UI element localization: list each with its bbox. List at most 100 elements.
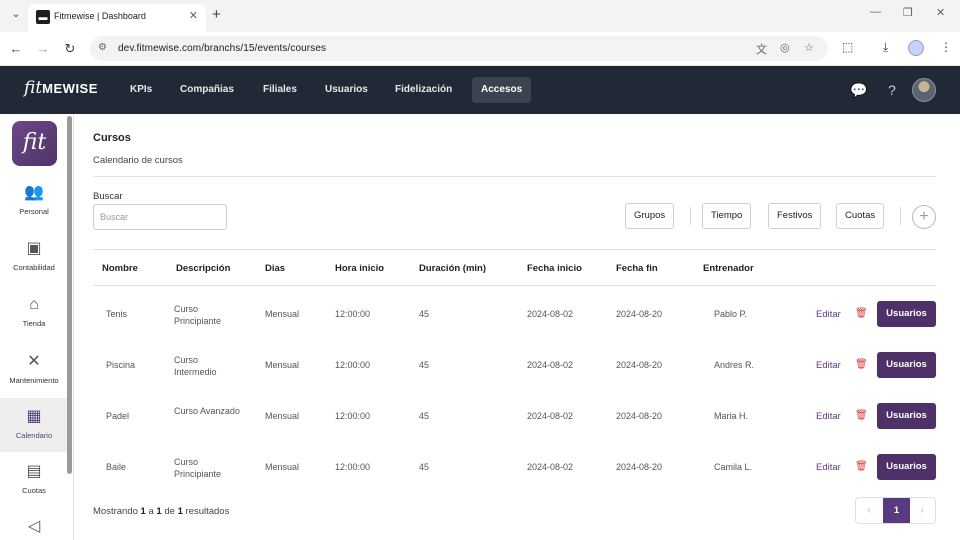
table-row: Baile Curso Principiante Mensual 12:00:0… <box>93 442 936 493</box>
back-icon[interactable]: ← <box>6 39 26 59</box>
sidebar-item-contabilidad[interactable]: ▣ Contabilidad <box>0 230 68 284</box>
nav-kpis[interactable]: KPIs <box>121 77 161 103</box>
cell-fecha-fin: 2024-08-20 <box>616 309 663 319</box>
nav-accesos[interactable]: Accesos <box>472 77 532 103</box>
page-title: Cursos <box>93 132 131 144</box>
sidebar-item-calendario[interactable]: ▦ Calendario <box>0 398 68 452</box>
trash-icon[interactable]: 🗑 <box>855 308 868 319</box>
cell-hora: 12:00:00 <box>335 360 371 370</box>
cell-hora: 12:00:00 <box>335 411 371 421</box>
extensions-icon[interactable]: ⬚ <box>842 40 853 54</box>
cell-dias: Mensual <box>265 360 300 370</box>
page-button-current[interactable]: 1 <box>883 498 910 523</box>
sidebar-item-tienda[interactable]: ⌂ Tienda <box>0 286 68 340</box>
restore-icon[interactable]: ❐ <box>903 6 913 19</box>
edit-link[interactable]: Editar <box>816 309 841 320</box>
column-header-duracion[interactable]: Duración (min) <box>419 263 486 274</box>
chat-icon[interactable]: 💬 <box>849 80 869 100</box>
sidebar-item-label: Personal <box>19 207 49 216</box>
edit-link[interactable]: Editar <box>816 462 841 473</box>
usuarios-button[interactable]: Usuarios <box>877 403 936 429</box>
cell-hora: 12:00:00 <box>335 462 371 472</box>
results-of: de <box>164 506 175 517</box>
url-text: dev.fitmewise.com/branchs/15/events/cour… <box>118 43 327 54</box>
results-suffix: resultados <box>185 506 230 517</box>
column-header-fecha-fin[interactable]: Fecha fin <box>616 263 658 274</box>
usuarios-button[interactable]: Usuarios <box>877 454 936 480</box>
trash-icon[interactable]: 🗑 <box>855 461 868 472</box>
new-tab-icon[interactable]: + <box>212 6 221 23</box>
tab-close-icon[interactable]: ✕ <box>189 9 198 22</box>
forward-icon[interactable]: → <box>33 39 53 59</box>
cell-fecha-fin: 2024-08-20 <box>616 411 663 421</box>
nav-companias[interactable]: Compañias <box>171 77 243 103</box>
table-row: Tenis Curso Principiante Mensual 12:00:0… <box>93 289 936 340</box>
sidebar-item-label: Tienda <box>22 319 46 328</box>
close-window-icon[interactable]: ✕ <box>936 6 945 19</box>
cell-descripcion: Curso Principiante <box>174 457 222 479</box>
site-info-icon[interactable]: ⚙ <box>98 42 107 53</box>
sidebar-logo[interactable]: fit <box>12 121 57 166</box>
download-icon[interactable]: ⤓ <box>883 40 888 55</box>
sidebar-item-label: Mantenimiento <box>9 376 59 385</box>
cell-fecha-inicio: 2024-08-02 <box>527 462 574 472</box>
nav-usuarios[interactable]: Usuarios <box>316 77 377 103</box>
sidebar-item-partial[interactable]: ◁ <box>0 508 68 540</box>
column-header-descripcion[interactable]: Descripción <box>176 263 230 274</box>
cell-duracion: 45 <box>419 309 430 319</box>
megaphone-icon: ◁ <box>27 518 41 535</box>
browser-tab[interactable]: ▬ Fitmewise | Dashboard ✕ <box>28 4 206 32</box>
browser-toolbar: ← → ↻ ⚙ dev.fitmewise.com/branchs/15/eve… <box>0 32 960 66</box>
cell-duracion: 45 <box>419 360 430 370</box>
minimize-icon[interactable]: — <box>870 6 881 18</box>
people-icon: 👥 <box>24 184 44 201</box>
edit-link[interactable]: Editar <box>816 360 841 371</box>
reload-icon[interactable]: ↻ <box>60 39 80 59</box>
results-prefix: Mostrando <box>93 506 138 517</box>
trash-icon[interactable]: 🗑 <box>855 410 868 421</box>
add-course-icon[interactable]: + <box>912 205 936 229</box>
sidebar-item-cuotas[interactable]: ▤ Cuotas <box>0 453 68 507</box>
filter-separator <box>900 207 901 225</box>
nav-fidelizacion[interactable]: Fidelización <box>386 77 461 103</box>
translate-icon[interactable]: 文 <box>756 41 767 57</box>
table-row: Piscina Curso Intermedio Mensual 12:00:0… <box>93 340 936 391</box>
search-input[interactable] <box>93 204 227 230</box>
brand-logo[interactable]: fitMEWISE <box>24 78 98 102</box>
help-icon[interactable]: ? <box>882 80 902 100</box>
usuarios-button[interactable]: Usuarios <box>877 352 936 378</box>
profile-avatar[interactable] <box>908 40 924 56</box>
user-avatar[interactable] <box>912 78 936 102</box>
chevron-right-icon[interactable]: › <box>909 498 935 523</box>
tools-icon: ✕ <box>27 353 41 370</box>
chevron-left-icon[interactable]: ‹ <box>856 498 882 523</box>
grupos-button[interactable]: Grupos <box>625 203 675 229</box>
logo-script: fit <box>24 78 43 98</box>
sidebar-item-personal[interactable]: 👥 Personal <box>0 174 68 228</box>
sidebar-item-mantenimiento[interactable]: ✕ Mantenimiento <box>0 343 68 397</box>
browser-menu-icon[interactable]: ⋮ <box>940 40 952 54</box>
usuarios-button[interactable]: Usuarios <box>877 301 936 327</box>
bookmark-star-icon[interactable]: ☆ <box>804 41 814 54</box>
column-header-fecha-inicio[interactable]: Fecha inicio <box>527 263 582 274</box>
tiempo-button[interactable]: Tiempo <box>702 203 752 229</box>
cell-fecha-fin: 2024-08-20 <box>616 462 663 472</box>
edit-link[interactable]: Editar <box>816 411 841 422</box>
column-header-entrenador[interactable]: Entrenador <box>703 263 754 274</box>
cell-entrenador: Pablo P. <box>714 309 747 319</box>
column-header-dias[interactable]: Dias <box>265 263 285 274</box>
festivos-button[interactable]: Festivos <box>768 203 822 229</box>
cuotas-button[interactable]: Cuotas <box>836 203 885 229</box>
column-header-hora-inicio[interactable]: Hora inicio <box>335 263 384 274</box>
header-divider <box>93 176 936 177</box>
column-header-nombre[interactable]: Nombre <box>102 263 138 274</box>
nav-filiales[interactable]: Filiales <box>254 77 306 103</box>
cell-fecha-fin: 2024-08-20 <box>616 360 663 370</box>
trash-icon[interactable]: 🗑 <box>855 359 868 370</box>
address-bar[interactable]: ⚙ dev.fitmewise.com/branchs/15/events/co… <box>90 36 828 61</box>
eye-off-icon[interactable]: ◎ <box>780 41 790 54</box>
tab-search-icon[interactable]: ⌄ <box>8 7 24 23</box>
browser-tabstrip: ⌄ ▬ Fitmewise | Dashboard ✕ + — ❐ ✕ <box>0 0 960 32</box>
sidebar-scrollbar[interactable] <box>67 116 72 474</box>
filter-separator <box>690 207 691 225</box>
